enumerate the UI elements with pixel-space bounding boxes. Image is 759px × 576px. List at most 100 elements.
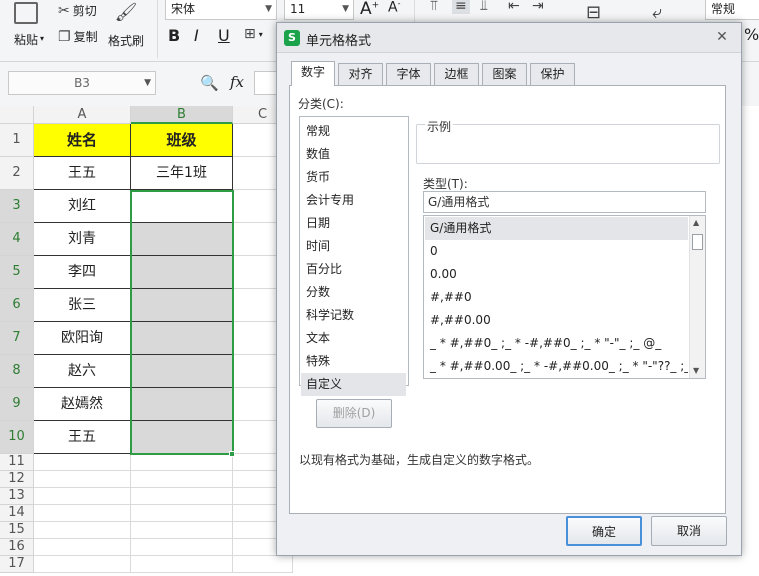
row-header-7[interactable]: 7 <box>0 322 34 355</box>
cell-b16[interactable] <box>131 539 233 556</box>
cell-b5[interactable] <box>131 256 233 289</box>
scroll-up-icon[interactable]: ▲ <box>693 218 699 227</box>
number-format-select[interactable]: 常规 <box>705 0 759 20</box>
column-header-b[interactable]: B <box>131 106 233 124</box>
tab-number[interactable]: 数字 <box>291 61 335 86</box>
cell-a7[interactable]: 欧阳询 <box>34 322 131 355</box>
cell-a13[interactable] <box>34 488 131 505</box>
cell-a8[interactable]: 赵六 <box>34 355 131 388</box>
scroll-down-icon[interactable]: ▼ <box>693 366 699 375</box>
cell-b7[interactable] <box>131 322 233 355</box>
row-header-12[interactable]: 12 <box>0 471 34 488</box>
cell-a16[interactable] <box>34 539 131 556</box>
cell-a10[interactable]: 王五 <box>34 421 131 454</box>
name-box[interactable]: B3 ▼ <box>8 71 156 95</box>
row-header-14[interactable]: 14 <box>0 505 34 522</box>
paste-button[interactable]: 粘贴 ▾ <box>14 2 44 48</box>
row-header-17[interactable]: 17 <box>0 556 34 573</box>
type-item[interactable]: #,##0 <box>425 286 688 309</box>
category-item[interactable]: 货币 <box>301 166 406 189</box>
cell-b4[interactable] <box>131 223 233 256</box>
type-input[interactable]: G/通用格式 <box>423 191 706 213</box>
cut-button[interactable]: ✂ 剪切 <box>58 2 97 19</box>
merge-center-button[interactable]: ⊟ <box>586 2 601 23</box>
column-header-a[interactable]: A <box>34 106 131 124</box>
insert-function-button[interactable]: fx <box>230 73 244 91</box>
category-list[interactable]: 常规 数值 货币 会计专用 日期 时间 百分比 分数 科学记数 文本 特殊 自定义 <box>299 116 409 396</box>
type-item[interactable]: 0 <box>425 240 688 263</box>
type-item[interactable]: G/通用格式 <box>425 217 688 240</box>
tab-pattern[interactable]: 图案 <box>482 63 527 85</box>
tab-alignment[interactable]: 对齐 <box>338 63 383 85</box>
percent-button[interactable]: % <box>744 25 759 44</box>
cell-a11[interactable] <box>34 454 131 471</box>
cell-a15[interactable] <box>34 522 131 539</box>
cell-b11[interactable] <box>131 454 233 471</box>
tab-border[interactable]: 边框 <box>434 63 479 85</box>
tab-font[interactable]: 字体 <box>386 63 431 85</box>
scrollbar-thumb[interactable] <box>692 234 703 250</box>
font-size-select[interactable]: 11 ▼ <box>284 0 354 20</box>
row-header-16[interactable]: 16 <box>0 539 34 556</box>
row-header-2[interactable]: 2 <box>0 157 34 190</box>
cell-b15[interactable] <box>131 522 233 539</box>
align-middle-button[interactable]: ≡ <box>452 0 470 14</box>
cell-b10[interactable] <box>131 421 233 454</box>
cell-a2[interactable]: 王五 <box>34 157 131 190</box>
cell-a17[interactable] <box>34 556 131 573</box>
select-all-corner[interactable] <box>0 106 34 124</box>
cell-c17[interactable] <box>233 556 293 573</box>
format-painter-button[interactable]: 🖌 格式刷 <box>108 2 144 49</box>
cell-a14[interactable] <box>34 505 131 522</box>
category-item[interactable]: 科学记数 <box>301 304 406 327</box>
type-list[interactable]: G/通用格式 0 0.00 #,##0 #,##0.00 _ * #,##0_ ;_ * … <box>423 215 706 379</box>
category-item[interactable]: 常规 <box>301 120 406 143</box>
cell-b13[interactable] <box>131 488 233 505</box>
cell-a6[interactable]: 张三 <box>34 289 131 322</box>
row-header-13[interactable]: 13 <box>0 488 34 505</box>
increase-indent-button[interactable]: ⇥ <box>532 0 544 14</box>
row-header-3[interactable]: 3 <box>0 190 34 223</box>
cell-b17[interactable] <box>131 556 233 573</box>
row-header-4[interactable]: 4 <box>0 223 34 256</box>
category-item[interactable]: 百分比 <box>301 258 406 281</box>
type-item[interactable]: _ * #,##0_ ;_ * -#,##0_ ;_ * "-"_ ;_ @_ <box>425 332 688 355</box>
category-item[interactable]: 文本 <box>301 327 406 350</box>
align-bottom-button[interactable]: ⫫ <box>480 0 488 14</box>
row-header-6[interactable]: 6 <box>0 289 34 322</box>
row-header-11[interactable]: 11 <box>0 454 34 471</box>
ok-button[interactable]: 确定 <box>566 516 642 546</box>
border-button[interactable]: ⊞ ▾ <box>244 26 263 42</box>
zoom-button[interactable]: 🔍 <box>200 74 219 92</box>
fill-handle[interactable] <box>229 451 235 457</box>
category-item[interactable]: 特殊 <box>301 350 406 373</box>
cell-b8[interactable] <box>131 355 233 388</box>
type-item[interactable]: #,##0.00 <box>425 309 688 332</box>
italic-button[interactable]: I <box>194 26 199 45</box>
row-header-10[interactable]: 10 <box>0 421 34 454</box>
cell-b12[interactable] <box>131 471 233 488</box>
cell-a5[interactable]: 李四 <box>34 256 131 289</box>
cell-b1[interactable]: 班级 <box>131 124 233 157</box>
wrap-text-button[interactable]: ⤶ <box>652 2 662 23</box>
cell-b9[interactable] <box>131 388 233 421</box>
cancel-button[interactable]: 取消 <box>651 516 727 546</box>
category-item[interactable]: 时间 <box>301 235 406 258</box>
delete-button[interactable]: 删除(D) <box>316 399 392 428</box>
type-item[interactable]: 0.00 <box>425 263 688 286</box>
bold-button[interactable]: B <box>168 26 180 45</box>
cell-b3[interactable] <box>131 190 233 223</box>
category-item[interactable]: 数值 <box>301 143 406 166</box>
category-item[interactable]: 日期 <box>301 212 406 235</box>
cell-a12[interactable] <box>34 471 131 488</box>
cell-a4[interactable]: 刘青 <box>34 223 131 256</box>
tab-protection[interactable]: 保护 <box>530 63 575 85</box>
decrease-font-button[interactable]: A- <box>388 0 400 16</box>
increase-font-button[interactable]: A+ <box>360 0 379 19</box>
font-name-select[interactable]: 宋体 ▼ <box>165 0 277 20</box>
decrease-indent-button[interactable]: ⇤ <box>508 0 520 14</box>
cell-a1[interactable]: 姓名 <box>34 124 131 157</box>
close-icon[interactable]: ✕ <box>709 26 735 48</box>
category-item[interactable]: 会计专用 <box>301 189 406 212</box>
row-header-5[interactable]: 5 <box>0 256 34 289</box>
